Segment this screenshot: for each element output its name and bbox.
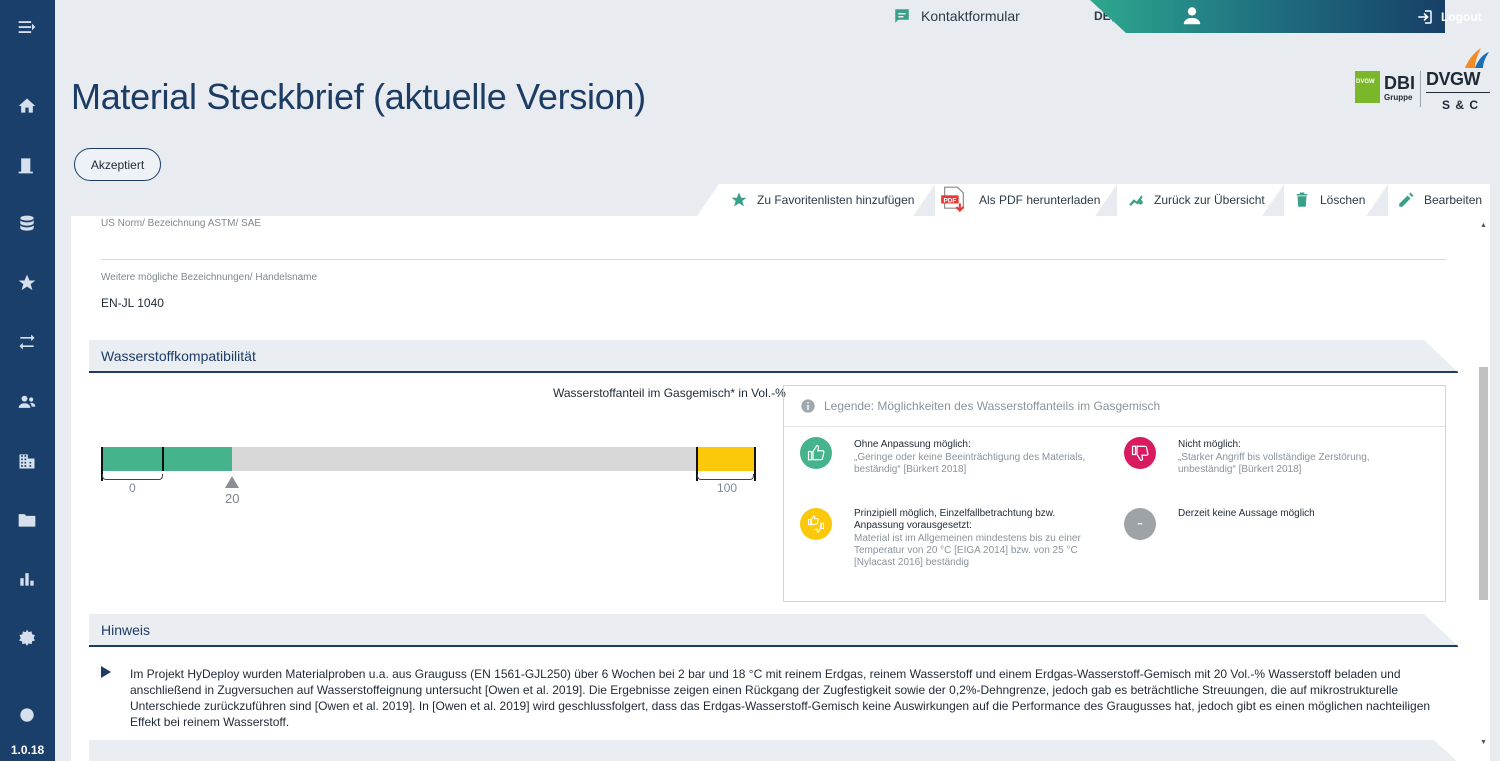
bar-bracket-start [102,474,163,480]
h2-section-title: Wasserstoffkompatibilität [101,348,256,364]
sidebar: 1.0.18 [0,0,55,761]
folder-icon[interactable] [14,507,40,533]
bar-min-label: 0 [129,481,136,495]
thumbs-down-icon [1124,437,1156,469]
trade-name-label: Weitere mögliche Bezeichnungen/ Handelsn… [101,272,318,283]
bar-tick-end [754,447,756,481]
h2-bar-label: Wasserstoffanteil im Gasgemisch* in Vol.… [553,386,786,400]
legend-item-title: Prinzipiell möglich, Einzelfallbetrachtu… [854,508,1056,531]
bar-bracket-end [697,474,754,480]
logout-label: Logout [1441,10,1482,24]
delete-button[interactable]: Löschen [1293,184,1365,216]
scroll-down-arrow[interactable]: ▼ [1479,739,1488,747]
pencil-icon [1399,192,1414,207]
thumbs-up-icon [800,437,832,469]
h2-marker-triangle [225,476,239,488]
edit-button[interactable]: Bearbeiten [1397,184,1482,216]
dbi-text: DBI [1384,73,1415,93]
bar-max-label: 100 [717,481,738,495]
scrollbar-thumb[interactable] [1479,367,1488,600]
star-icon [731,192,747,207]
home-icon[interactable] [14,93,40,119]
compare-arrows-icon[interactable] [14,329,40,355]
trash-icon [1296,192,1308,207]
dvgw-flame-icon [1465,48,1489,68]
settings-gear-icon[interactable] [14,625,40,651]
legend-item-title: Nicht möglich: [1178,439,1241,450]
back-to-overview-button[interactable]: Zurück zur Übersicht [1127,184,1265,216]
back-hand-icon [1129,195,1143,206]
h2-legend-box: Legende: Möglichkeiten des Wasserstoffan… [783,385,1446,602]
section-underline [89,372,1458,373]
dvgw-underline [1426,92,1490,93]
logo-divider [1420,71,1421,107]
dbi-dvgw-logo: DVGW DBI Gruppe DVGW S & C [1353,48,1491,114]
menu-toggle-icon[interactable] [14,14,40,40]
star-icon[interactable] [14,270,40,296]
toolbar-separator [1262,184,1284,216]
dbi-logo-mark: DVGW [1355,71,1380,103]
h2-section-header [89,340,1458,372]
page-title: Material Steckbrief (aktuelle Version) [71,76,646,117]
bar-marker-label: 20 [225,491,240,506]
trade-name-value: EN-JL 1040 [101,296,164,310]
legend-item-desc: „Starker Angriff bis vollständige Zerstö… [1178,452,1370,475]
contact-form-label: Kontaktformular [921,8,1020,24]
logout-icon [1418,10,1432,24]
download-pdf-label: Als PDF herunterladen [979,193,1101,207]
thumbs-mixed-icon [800,508,832,540]
add-to-favorites-button[interactable]: Zu Favoritenlisten hinzufügen [730,184,914,216]
status-accepted-button[interactable]: Akzeptiert [74,148,161,181]
building-icon[interactable] [14,448,40,474]
legend-item-title: Ohne Anpassung möglich: [854,439,971,450]
section-underline [89,646,1458,647]
legend-item-desc: „Geringe oder keine Beeinträchtigung des… [854,452,1086,475]
us-norm-label: US Norm/ Bezeichnung ASTM/ SAE [101,218,262,229]
chat-icon [895,9,909,23]
h2-compatible-segment [101,447,232,471]
pdf-download-icon: PDF [941,186,965,212]
app-version: 1.0.18 [10,743,45,757]
delete-label: Löschen [1320,193,1366,207]
contact-form-link[interactable]: Kontaktformular [893,7,1020,25]
back-to-overview-label: Zurück zur Übersicht [1154,193,1265,207]
svg-text:PDF: PDF [944,197,957,204]
bar-tick-inner [162,447,164,471]
hint-bullet-icon [101,666,111,678]
info-icon [801,399,815,413]
legend-title: Legende: Möglichkeiten des Wasserstoffan… [824,399,1161,413]
legend-header: Legende: Möglichkeiten des Wasserstoffan… [800,398,1160,414]
info-circle-icon[interactable] [14,702,40,728]
dbi-sub-text: Gruppe [1384,93,1413,102]
toolbar-separator [1366,184,1388,216]
database-icon[interactable] [14,211,40,237]
legend-divider [784,426,1445,427]
next-section-header [89,740,1458,761]
edit-label: Bearbeiten [1424,193,1483,207]
dvgw-text: DVGW [1426,69,1481,89]
bar-chart-icon[interactable] [14,566,40,592]
download-pdf-button[interactable]: PDF Als PDF herunterladen [938,184,1100,216]
add-to-favorites-label: Zu Favoritenlisten hinzufügen [757,193,915,207]
minus-icon [1124,508,1156,540]
toolbar-separator [913,184,935,216]
hint-section-title: Hinweis [101,622,151,638]
hint-text: Im Projekt HyDeploy wurden Materialprobe… [130,667,1431,729]
hint-section-header [89,614,1458,646]
door-icon[interactable] [14,152,40,178]
h2-conditional-segment [697,447,756,471]
scroll-up-arrow[interactable]: ▲ [1479,222,1488,230]
dvgw-sub-text: S & C [1442,98,1480,112]
logout-button[interactable]: Logout [1416,8,1482,26]
content-panel: US Norm/ Bezeichnung ASTM/ SAE Weitere m… [71,216,1476,761]
legend-item-desc: Material ist im Allgemeinen mindestens b… [854,533,1081,568]
user-profile-icon[interactable] [1181,5,1203,27]
field-divider [101,259,1446,260]
user-bar [1090,0,1445,33]
users-icon[interactable] [14,389,40,415]
legend-item-title: Derzeit keine Aussage möglich [1178,508,1315,519]
